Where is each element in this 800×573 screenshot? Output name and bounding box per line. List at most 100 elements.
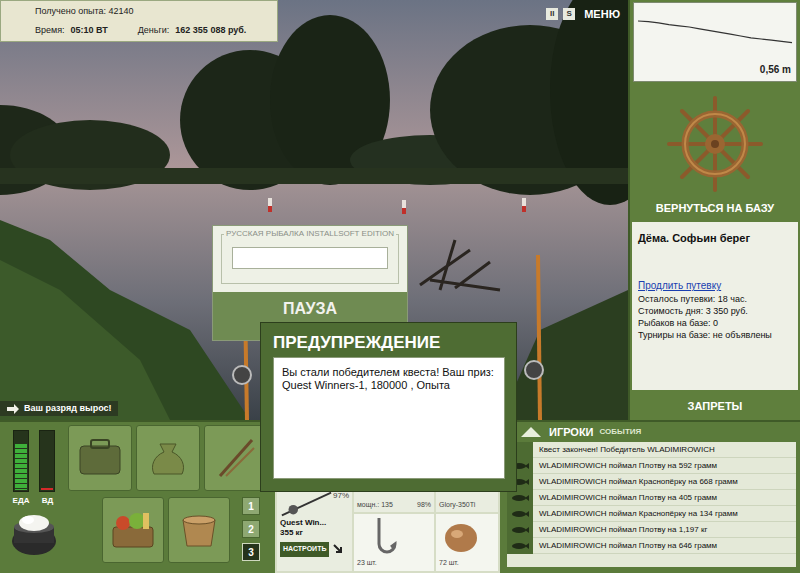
- panel-tab[interactable]: СОБЫТИЯ: [600, 426, 642, 438]
- event-row: WLADIMIROWICH поймал Плотву на 646 грамм: [507, 538, 796, 554]
- event-text: WLADIMIROWICH поймал Плотву на 592 грамм: [539, 460, 717, 472]
- base-info: Дёма. Софьин берег Продлить путевку Оста…: [632, 222, 798, 390]
- dialog-title: ПРЕДУПРЕЖДЕНИЕ: [273, 333, 504, 353]
- arrow-icon: [6, 403, 20, 415]
- hooks-count: 23 шт.: [357, 558, 377, 569]
- event-icon-cell: [507, 522, 533, 538]
- event-row: WLADIMIROWICH поймал Плотву на 1,197 кг: [507, 522, 796, 538]
- fish-icon: [511, 510, 529, 518]
- warning-dialog: ПРЕДУПРЕЖДЕНИЕ Вы стали победителем квес…: [260, 322, 517, 492]
- event-text: Квест закончен! Победитель WLADIMIROWICH: [539, 444, 715, 456]
- events-list: Квест закончен! Победитель WLADIMIROWICH…: [507, 442, 796, 567]
- hook-cell[interactable]: 23 шт.: [354, 514, 434, 571]
- base-info-line: Рыбаков на базе: 0: [638, 317, 792, 329]
- base-info-line: Турниры на базе: не объявлены: [638, 329, 792, 341]
- event-row: WLADIMIROWICH поймал Плотву на 592 грамм: [507, 458, 796, 474]
- sack-icon: [146, 436, 190, 480]
- reel-power: мощн.: 135: [357, 500, 393, 511]
- food-basket-icon: [109, 509, 157, 551]
- pause-title: РУССКАЯ РЫБАЛКА INSTALLSOFT EDITION: [224, 229, 396, 239]
- money-label: Деньги:: [138, 24, 170, 38]
- event-row: WLADIMIROWICH поймал Краснопёрку на 668 …: [507, 474, 796, 490]
- events-panel: ИГРОКИ СОБЫТИЯ Квест закончен! Победитель…: [503, 422, 800, 573]
- rod-load: 355 кг: [280, 528, 349, 538]
- meter-label: ЕДА: [13, 495, 30, 507]
- meter-fill: [15, 444, 27, 490]
- event-text: WLADIMIROWICH поймал Плотву на 1,197 кг: [539, 524, 707, 536]
- rods-icon: [214, 436, 258, 480]
- hook-icon: [357, 516, 407, 558]
- event-row: WLADIMIROWICH поймал Краснопёрку на 134 …: [507, 506, 796, 522]
- depth-line: [638, 21, 792, 43]
- fish-icon: [511, 494, 529, 502]
- sack-slot[interactable]: [136, 425, 200, 491]
- bag-icon: [77, 438, 123, 478]
- event-row: WLADIMIROWICH поймал Плотву на 405 грамм: [507, 490, 796, 506]
- time-value: 05:10 ВТ: [71, 24, 108, 38]
- inventory-area: ЕДА ВД: [0, 422, 275, 573]
- pot-icon[interactable]: [8, 511, 60, 557]
- needs: ЕДА ВД: [0, 422, 68, 573]
- base-info-line: Стоимость дня: 3 350 руб.: [638, 305, 792, 317]
- bait-icon: [439, 516, 483, 558]
- experience: Получено опыта: 42140: [9, 5, 269, 19]
- return-to-base[interactable]: ВЕРНУТЬСЯ НА БАЗУ: [656, 200, 774, 217]
- meters: ЕДА ВД: [13, 430, 56, 507]
- toolbar-button[interactable]: II: [546, 8, 558, 20]
- rank-notice[interactable]: Ваш разряд вырос!: [0, 401, 118, 416]
- rod-slot[interactable]: 2: [242, 520, 260, 538]
- time-label: Время:: [35, 24, 65, 38]
- base-lines: Осталось путевки: 18 час.Стоимость дня: …: [638, 293, 792, 341]
- meter-track: [39, 430, 55, 492]
- inventory: 1 2 3: [68, 422, 275, 573]
- diagonal-arrow-icon: [332, 543, 344, 555]
- meter-label: ВД: [42, 495, 53, 507]
- reel-condition: 98%: [417, 500, 431, 511]
- depth-chart: 0,56 m: [633, 2, 797, 82]
- stats-box: Получено опыта: 42140 Время: 05:10 ВТ Ден…: [0, 0, 278, 42]
- meter-fill: [41, 488, 53, 490]
- panel-tab[interactable]: ИГРОКИ: [549, 424, 594, 441]
- players-icon: [519, 425, 543, 439]
- bucket-icon: [177, 510, 221, 550]
- meter-track: [13, 430, 29, 492]
- money-value: 162 355 088 руб.: [175, 24, 246, 38]
- bait-cell[interactable]: 72 шт.: [436, 514, 498, 571]
- menu-button[interactable]: МЕНЮ: [584, 6, 620, 23]
- event-text: WLADIMIROWICH поймал Плотву на 646 грамм: [539, 540, 717, 552]
- top-buttons: II S МЕНЮ: [546, 6, 620, 23]
- rod-slot[interactable]: 3: [242, 543, 260, 561]
- fish-icon: [511, 542, 529, 550]
- helm-icon[interactable]: [665, 94, 765, 194]
- notice-text: Ваш разряд вырос!: [24, 402, 112, 416]
- toolbar-button[interactable]: S: [563, 8, 575, 20]
- event-icon-cell: [507, 538, 533, 554]
- rod-slot[interactable]: 1: [242, 497, 260, 515]
- setup-button[interactable]: НАСТРОИТЬ: [280, 542, 329, 557]
- right-panel: 0,56 m ВЕРНУТЬСЯ НА БАЗУ Дёма. Софьин бе…: [628, 0, 800, 420]
- bait-count: 72 шт.: [439, 558, 459, 569]
- line-name: Glory-350Ti: [439, 500, 495, 511]
- game-screen: Получено опыта: 42140 Время: 05:10 ВТ Ден…: [0, 0, 800, 573]
- bans-button[interactable]: ЗАПРЕТЫ: [688, 398, 743, 415]
- base-info-line: Осталось путевки: 18 час.: [638, 293, 792, 305]
- backpack-slot[interactable]: [68, 425, 132, 491]
- event-text: WLADIMIROWICH поймал Плотву на 405 грамм: [539, 492, 717, 504]
- event-icon-cell: [507, 506, 533, 522]
- rod-name: Quest Win...: [280, 518, 349, 528]
- base-name: Дёма. Софьин берег: [638, 230, 792, 247]
- extend-permit-link[interactable]: Продлить путевку: [638, 278, 792, 293]
- tab-bar: ИГРОКИ СОБЫТИЯ: [503, 422, 800, 442]
- event-text: WLADIMIROWICH поймал Краснопёрку на 134 …: [539, 508, 738, 520]
- rod-slots: 1 2 3: [242, 497, 260, 563]
- pause-input[interactable]: [232, 247, 388, 269]
- fish-icon: [511, 526, 529, 534]
- meter: ЕДА: [13, 430, 30, 507]
- depth-reading: 0,56 m: [760, 62, 791, 77]
- event-text: WLADIMIROWICH поймал Краснопёрку на 668 …: [539, 476, 738, 488]
- bucket-slot[interactable]: [168, 497, 230, 563]
- dialog-message: Вы стали победителем квеста! Ваш приз: Q…: [273, 357, 505, 479]
- rod-icon: [280, 490, 333, 518]
- tools-slot[interactable]: [204, 425, 268, 491]
- food-slot[interactable]: [102, 497, 164, 563]
